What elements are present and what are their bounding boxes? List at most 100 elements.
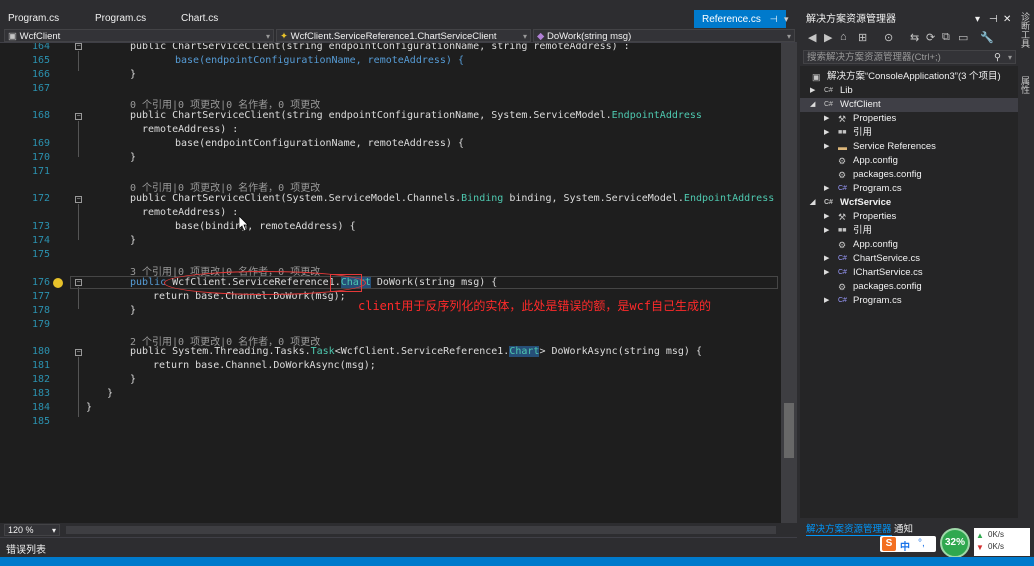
expand-arrow-icon[interactable]: ▶ — [824, 210, 829, 224]
dropdown-icon[interactable]: ▾ — [975, 10, 980, 30]
tree-item-label: App.config — [853, 239, 898, 250]
solution-tree: ▣ 解决方案“ConsoleApplication3”(3 个项目) ▶ C# Lib… — [800, 66, 1018, 518]
class-dropdown[interactable]: ✦ WcfClient.ServiceReference1.ChartServi… — [276, 29, 531, 42]
line-number: 183 — [31, 388, 50, 399]
properties-tab[interactable]: 属性 — [1020, 76, 1032, 94]
solution-explorer-header: 解决方案资源管理器 ▾ ⊣ ✕ — [800, 10, 1018, 30]
switch-view-icon[interactable]: ⊞ — [858, 31, 867, 44]
tree-item-references[interactable]: ▶ ■■ 引用 — [800, 126, 1018, 140]
home-icon[interactable]: ⌂ — [840, 31, 847, 43]
expand-arrow-icon[interactable]: ▶ — [824, 140, 829, 154]
code-line-172-cont: remoteAddress) : — [142, 207, 239, 218]
tree-item-properties[interactable]: ▶ ⚒ Properties — [800, 112, 1018, 126]
diagnostic-tools-tab[interactable]: 诊断工具 — [1020, 12, 1032, 48]
codelens-info[interactable]: 0 个引用|0 项更改|0 名作者，0 项更改 — [130, 96, 320, 111]
tree-item-label: Properties — [853, 211, 897, 222]
tree-item-label: Service References — [853, 141, 936, 152]
tree-item-program-cs[interactable]: ▶ C# Program.cs — [800, 294, 1018, 308]
project-dropdown[interactable]: ▣ WcfClient ▾ — [4, 29, 274, 42]
properties-wrench-icon[interactable]: 🔧 — [980, 31, 994, 44]
config-file-icon: ⚙ — [838, 156, 847, 166]
tree-item-lib[interactable]: ▶ C# Lib — [800, 84, 1018, 98]
collapse-toggle[interactable]: − — [75, 349, 82, 356]
tab-overflow-icon[interactable]: ▾ — [784, 10, 789, 28]
sync-icon[interactable]: ⇆ — [910, 31, 919, 44]
collapse-arrow-icon[interactable]: ◢ — [810, 196, 815, 210]
code-fragment: DoWork(string msg) { — [370, 277, 498, 288]
expand-arrow-icon[interactable]: ▶ — [824, 252, 829, 266]
tree-item-program-cs[interactable]: ▶ C# Program.cs — [800, 182, 1018, 196]
chevron-down-icon[interactable]: ▾ — [1008, 51, 1012, 64]
code-editor[interactable]: 164 165 166 167 168 169 170 171 172 173 … — [0, 43, 797, 523]
codelens-info[interactable]: 0 个引用|0 项更改|0 名作者，0 项更改 — [130, 179, 320, 194]
collapse-toggle[interactable]: − — [75, 113, 82, 120]
code-line-182: } — [130, 374, 137, 385]
tab-program-cs-1[interactable]: Program.cs — [0, 10, 88, 28]
tree-item-references[interactable]: ▶ ■■ 引用 — [800, 224, 1018, 238]
tree-item-label: IChartService.cs — [853, 267, 923, 278]
pin-icon[interactable]: ⊣ — [770, 14, 778, 24]
line-number: 173 — [31, 221, 50, 232]
tree-item-chartservice-cs[interactable]: ▶ C# ChartService.cs — [800, 252, 1018, 266]
member-label: DoWork(string msg) — [546, 31, 632, 42]
tree-item-app-config[interactable]: ⚙ App.config — [800, 154, 1018, 168]
expand-arrow-icon[interactable]: ▶ — [824, 224, 829, 238]
chevron-down-icon: ▾ — [51, 526, 56, 535]
collapse-toggle[interactable]: − — [75, 43, 82, 50]
horizontal-scrollbar[interactable] — [66, 526, 776, 534]
scrollbar-thumb[interactable] — [784, 403, 794, 458]
line-number: 177 — [31, 291, 50, 302]
tab-program-cs-2[interactable]: Program.cs — [87, 10, 175, 28]
tree-item-packages-config[interactable]: ⚙ packages.config — [800, 280, 1018, 294]
vertical-scrollbar[interactable] — [781, 43, 797, 523]
show-all-files-icon[interactable]: ▭ — [958, 31, 968, 44]
tree-item-wcfclient[interactable]: ◢ C# WcfClient — [800, 98, 1018, 112]
pending-changes-icon[interactable]: ⊙ — [884, 31, 893, 44]
tree-item-app-config[interactable]: ⚙ App.config — [800, 238, 1018, 252]
chevron-down-icon: ▾ — [786, 32, 791, 41]
line-number: 171 — [31, 166, 50, 177]
outline-guide — [78, 121, 79, 157]
expand-arrow-icon[interactable]: ▶ — [824, 182, 829, 196]
expand-arrow-icon[interactable]: ▶ — [824, 294, 829, 308]
tree-item-wcfservice[interactable]: ◢ C# WcfService — [800, 196, 1018, 210]
ime-toolbar[interactable]: S 中 °, — [880, 536, 936, 553]
pin-icon[interactable]: ⊣ — [989, 10, 998, 30]
expand-arrow-icon[interactable]: ▶ — [824, 266, 829, 280]
tree-item-properties[interactable]: ▶ ⚒ Properties — [800, 210, 1018, 224]
lightbulb-icon[interactable] — [53, 278, 63, 288]
line-number: 166 — [31, 69, 50, 80]
tree-item-label: App.config — [853, 155, 898, 166]
collapse-toggle[interactable]: − — [75, 196, 82, 203]
config-file-icon: ⚙ — [838, 282, 847, 292]
line-number: 176 — [31, 277, 50, 288]
tab-solution-explorer[interactable]: 解决方案资源管理器 — [806, 521, 892, 536]
class-icon: ✦ — [280, 31, 291, 42]
mouse-cursor-icon — [239, 216, 248, 231]
zoom-dropdown[interactable]: 120 % ▾ — [4, 524, 60, 536]
close-icon[interactable]: ✕ — [1003, 10, 1011, 30]
member-dropdown[interactable]: ◆ DoWork(string msg) ▾ — [533, 29, 795, 42]
tree-item-service-references[interactable]: ▶ ▬ Service References — [800, 140, 1018, 154]
expand-arrow-icon[interactable]: ▶ — [824, 112, 829, 126]
outline-guide — [78, 287, 79, 309]
forward-icon[interactable]: ▶ — [824, 31, 832, 44]
solution-explorer-search-input[interactable]: 搜索解决方案资源管理器(Ctrl+;) ⚲ ▾ — [803, 50, 1016, 64]
expand-arrow-icon[interactable]: ▶ — [810, 84, 815, 98]
refresh-icon[interactable]: ⟳ — [926, 31, 935, 44]
panel-title: 解决方案资源管理器 — [806, 14, 896, 25]
collapse-all-icon[interactable]: ⧉ — [942, 31, 950, 44]
code-line-184: } — [86, 402, 93, 413]
back-icon[interactable]: ◀ — [808, 31, 816, 44]
error-list-tab[interactable]: 错误列表 — [0, 537, 797, 557]
performance-badge[interactable]: 32% — [940, 528, 970, 558]
tree-item-ichartservice-cs[interactable]: ▶ C# IChartService.cs — [800, 266, 1018, 280]
code-fragment: > DoWorkAsync(string msg) { — [539, 346, 702, 357]
search-icon[interactable]: ⚲ — [994, 51, 1001, 64]
expand-arrow-icon[interactable]: ▶ — [824, 126, 829, 140]
tab-reference-cs[interactable]: Reference.cs ⊣ ✕ — [694, 10, 786, 43]
collapse-arrow-icon[interactable]: ◢ — [810, 98, 815, 112]
tree-item-packages-config[interactable]: ⚙ packages.config — [800, 168, 1018, 182]
tree-item-solution[interactable]: ▣ 解决方案“ConsoleApplication3”(3 个项目) — [800, 70, 1018, 84]
tab-chart-cs[interactable]: Chart.cs — [173, 10, 261, 28]
